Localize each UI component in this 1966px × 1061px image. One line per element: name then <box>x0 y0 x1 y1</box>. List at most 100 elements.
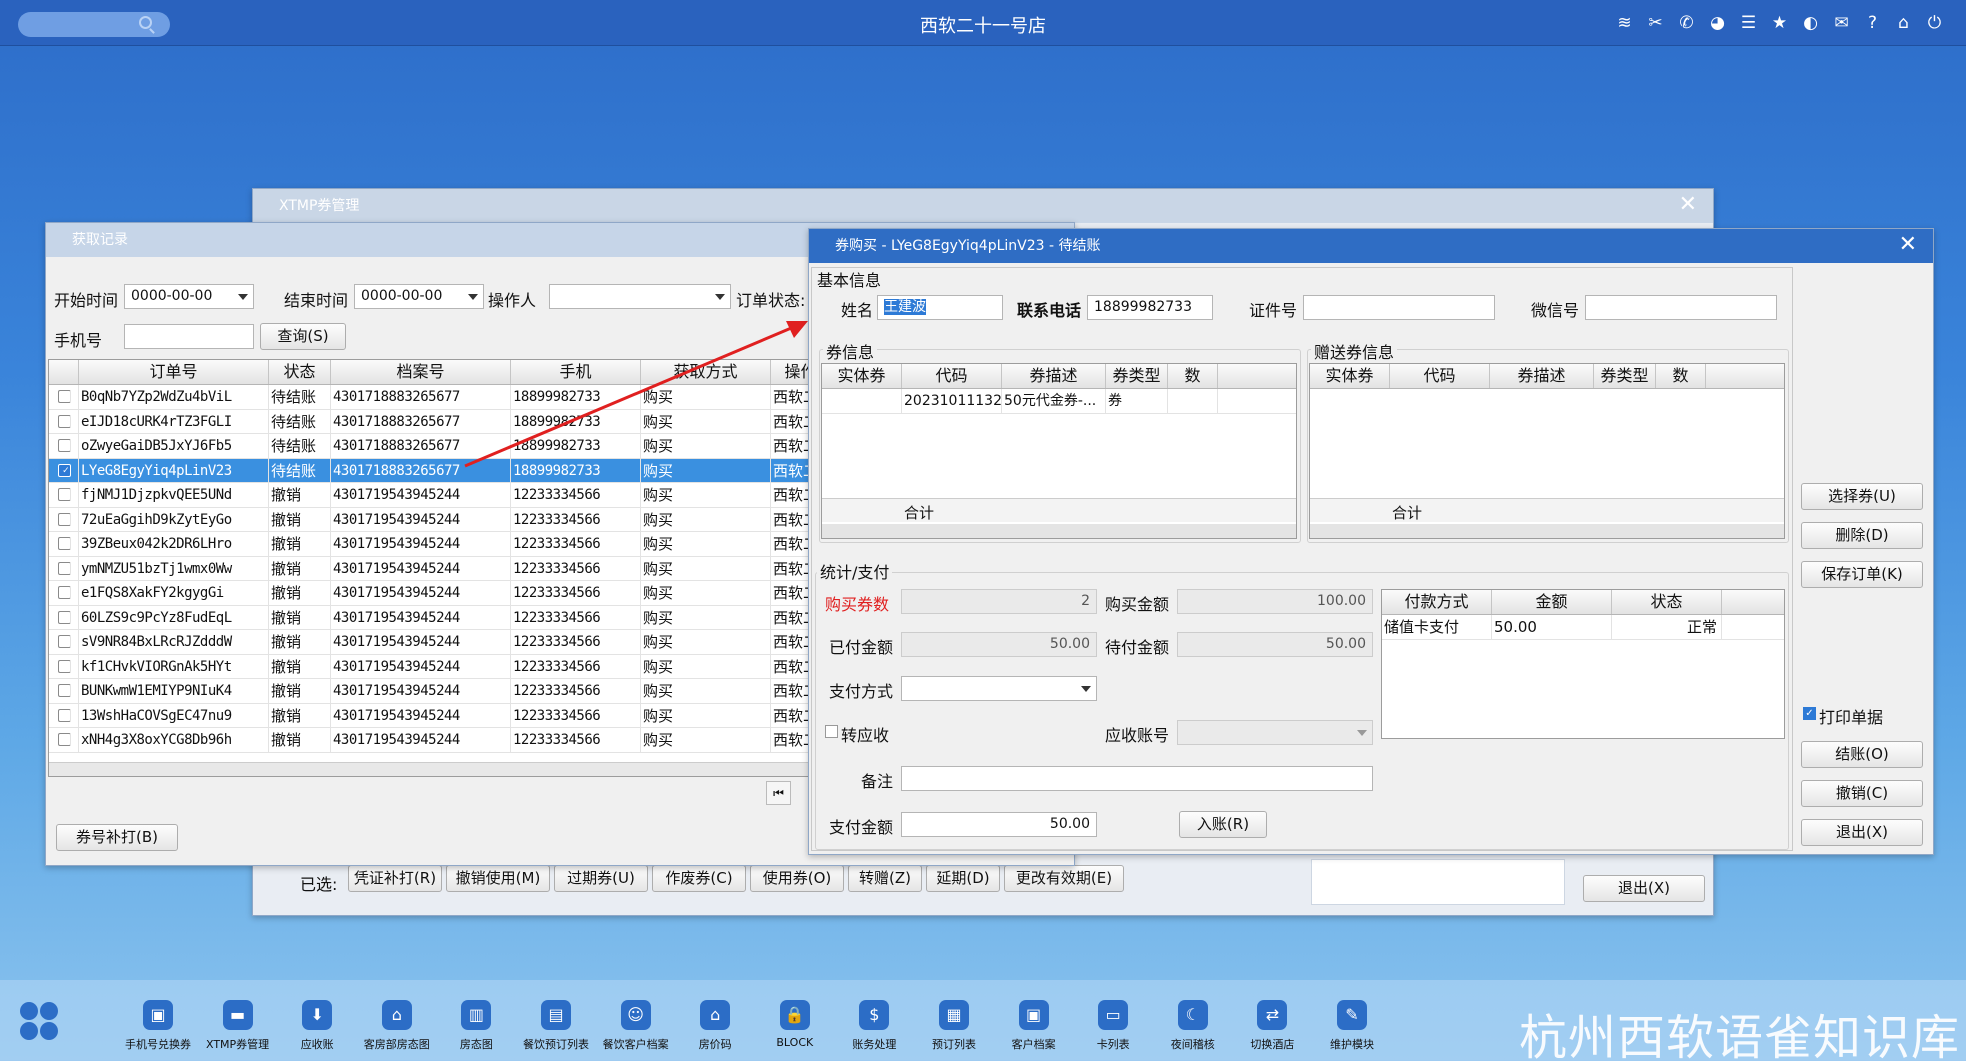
list-icon[interactable]: ▤ <box>541 1000 571 1030</box>
chevron-down-icon <box>1357 730 1367 736</box>
taskbar-label: 餐饮客户档案 <box>602 1038 669 1051</box>
taskbar-item[interactable]: ▤ 餐饮预订列表 <box>516 1000 596 1052</box>
switch-icon[interactable]: ⇄ <box>1257 1000 1288 1030</box>
taskbar-label: 房态图 <box>459 1038 493 1051</box>
taskbar-item[interactable]: $ 账务处理 <box>834 1000 914 1052</box>
taskbar-label: XTMP券管理 <box>206 1038 270 1051</box>
name-input[interactable]: 王建波 <box>877 295 1003 320</box>
pay-method-select[interactable] <box>901 676 1097 701</box>
save-order-button[interactable]: 保存订单(K) <box>1801 561 1923 588</box>
column-header: 实体券 <box>822 364 902 388</box>
taskbar-item[interactable]: ▬ XTMP券管理 <box>198 1000 278 1052</box>
select-coupon-button[interactable]: 选择券(U) <box>1801 483 1923 510</box>
phone-card-icon[interactable]: ▣ <box>143 1000 173 1030</box>
coupon-table-header: 实体券 代码 券描述 券类型数 <box>822 364 1296 389</box>
taskbar-label: 手机号兑换券 <box>125 1038 191 1051</box>
account-icon[interactable]: $ <box>859 1000 890 1030</box>
gift-table-header: 实体券 代码 券描述 券类型数 <box>1310 364 1784 389</box>
coupon-info-title: 券信息 <box>823 339 878 363</box>
receivable-icon[interactable]: ⬇ <box>302 1000 333 1030</box>
receivable-label: 应收账号 <box>1105 726 1170 745</box>
taskbar-label: 房价码 <box>698 1038 732 1051</box>
column-header: 券描述 <box>1002 364 1106 388</box>
taskbar-label: 应收账 <box>300 1038 334 1051</box>
column-header: 数 <box>1656 364 1706 388</box>
exit-button[interactable]: 退出(X) <box>1801 819 1923 846</box>
transfer-checkbox[interactable] <box>825 725 838 738</box>
taskbar-label: 客房部房态图 <box>363 1038 430 1051</box>
taskbar-item[interactable]: ⬇ 应收账 <box>277 1000 357 1052</box>
column-header: 数 <box>1168 364 1218 388</box>
wechat-input[interactable] <box>1585 295 1777 320</box>
room-status-icon[interactable]: ⌂ <box>381 1000 412 1030</box>
customer-icon[interactable]: ☺ <box>620 1000 651 1030</box>
revoke-button[interactable]: 撤销(C) <box>1801 780 1923 807</box>
booking-icon[interactable]: ▦ <box>939 1000 969 1030</box>
stats-title: 统计/支付 <box>817 559 893 583</box>
receivable-select[interactable] <box>1177 720 1373 745</box>
taskbar-label: 账务处理 <box>852 1038 897 1051</box>
gift-info-title: 赠送券信息 <box>1311 339 1398 363</box>
taskbar-item[interactable]: ☺ 餐饮客户档案 <box>596 1000 676 1052</box>
taskbar-item[interactable]: ▥ 房态图 <box>436 1000 516 1052</box>
payment-row[interactable]: 储值卡支付 50.00 正常 <box>1382 615 1784 640</box>
card-icon[interactable]: ▭ <box>1098 1000 1129 1030</box>
horizontal-scrollbar[interactable] <box>1310 524 1784 538</box>
moon-icon[interactable]: ☾ <box>1177 1000 1208 1030</box>
column-header: 券类型 <box>1106 364 1168 388</box>
taskbar-item[interactable]: ⇄ 切换酒店 <box>1232 1000 1312 1052</box>
horizontal-scrollbar[interactable] <box>822 524 1296 538</box>
taskbar-item[interactable]: ▣ 客户档案 <box>994 1000 1074 1052</box>
chevron-down-icon <box>1081 686 1091 692</box>
pending-label: 待付金额 <box>1105 638 1170 657</box>
coupon-cell: 券 <box>1106 389 1168 413</box>
delete-button[interactable]: 删除(D) <box>1801 522 1923 549</box>
lock-icon[interactable]: 🔒 <box>779 1000 810 1030</box>
profile-icon[interactable]: ▣ <box>1018 1000 1049 1030</box>
column-header: 代码 <box>1390 364 1490 388</box>
id-number-label: 证件号 <box>1249 301 1298 320</box>
buy-count-label: 购买券数 <box>825 595 890 614</box>
start-menu-icon[interactable] <box>20 1002 62 1044</box>
taskbar-item[interactable]: ☾ 夜间稽核 <box>1153 1000 1233 1052</box>
taskbar-item[interactable]: ▣ 手机号兑换券 <box>118 1000 198 1052</box>
checkout-button[interactable]: 结账(O) <box>1801 741 1923 768</box>
purchase-window: 券购买 - LYeG8EgyYiq4pLinV23 - 待结账 ✕ 基本信息 姓名… <box>808 228 1934 855</box>
id-number-input[interactable] <box>1303 295 1495 320</box>
contact-phone-input[interactable]: 18899982733 <box>1087 295 1213 320</box>
taskbar-label: 客户档案 <box>1011 1038 1056 1051</box>
taskbar-item[interactable]: ▭ 卡列表 <box>1073 1000 1153 1052</box>
taskbar-item[interactable]: 🔒 BLOCK <box>755 1000 835 1049</box>
coupon-table: 实体券代码券描述券类型数 202310111322950元代金券-...券 合计 <box>821 363 1297 539</box>
close-icon[interactable]: ✕ <box>1899 229 1917 261</box>
gift-total-label: 合计 <box>1392 504 1423 522</box>
wrench-icon[interactable]: ✎ <box>1337 1000 1367 1030</box>
taskbar-label: 夜间稽核 <box>1170 1038 1215 1051</box>
payments-table-body: 储值卡支付 50.00 正常 <box>1382 615 1784 640</box>
taskbar-label: 卡列表 <box>1096 1038 1130 1051</box>
paid-field: 50.00 <box>901 632 1097 657</box>
gift-total-row: 合计 <box>1310 498 1784 522</box>
print-checkbox[interactable]: ✓ <box>1803 707 1816 720</box>
column-header: 券类型 <box>1594 364 1656 388</box>
payment-cell: 正常 <box>1612 615 1722 639</box>
house-icon[interactable]: ⌂ <box>700 1000 731 1030</box>
coupon-cell: 2023101113229 <box>902 389 1002 413</box>
taskbar-item[interactable]: ⌂ 房价码 <box>675 1000 755 1052</box>
taskbar-item[interactable]: ▦ 预订列表 <box>914 1000 994 1052</box>
post-button[interactable]: 入账(R) <box>1179 811 1267 838</box>
pending-field: 50.00 <box>1177 632 1373 657</box>
coupon-row[interactable]: 202310111322950元代金券-...券 <box>822 389 1296 414</box>
coupon-icon[interactable]: ▬ <box>222 1000 253 1030</box>
buy-amount-label: 购买金额 <box>1105 595 1170 614</box>
taskbar-item[interactable]: ⌂ 客房部房态图 <box>357 1000 437 1052</box>
name-value: 王建波 <box>884 299 926 315</box>
payments-table-header: 付款方式 金额 状态 <box>1382 590 1784 615</box>
pay-amount-input[interactable]: 50.00 <box>901 812 1097 837</box>
taskbar-item[interactable]: ✎ 维护模块 <box>1312 1000 1392 1052</box>
gift-table: 实体券 代码 券描述 券类型数 合计 <box>1309 363 1785 539</box>
building-icon[interactable]: ▥ <box>461 1000 492 1030</box>
remark-input[interactable] <box>901 766 1373 791</box>
column-header: 券描述 <box>1490 364 1594 388</box>
column-header: 代码 <box>902 364 1002 388</box>
